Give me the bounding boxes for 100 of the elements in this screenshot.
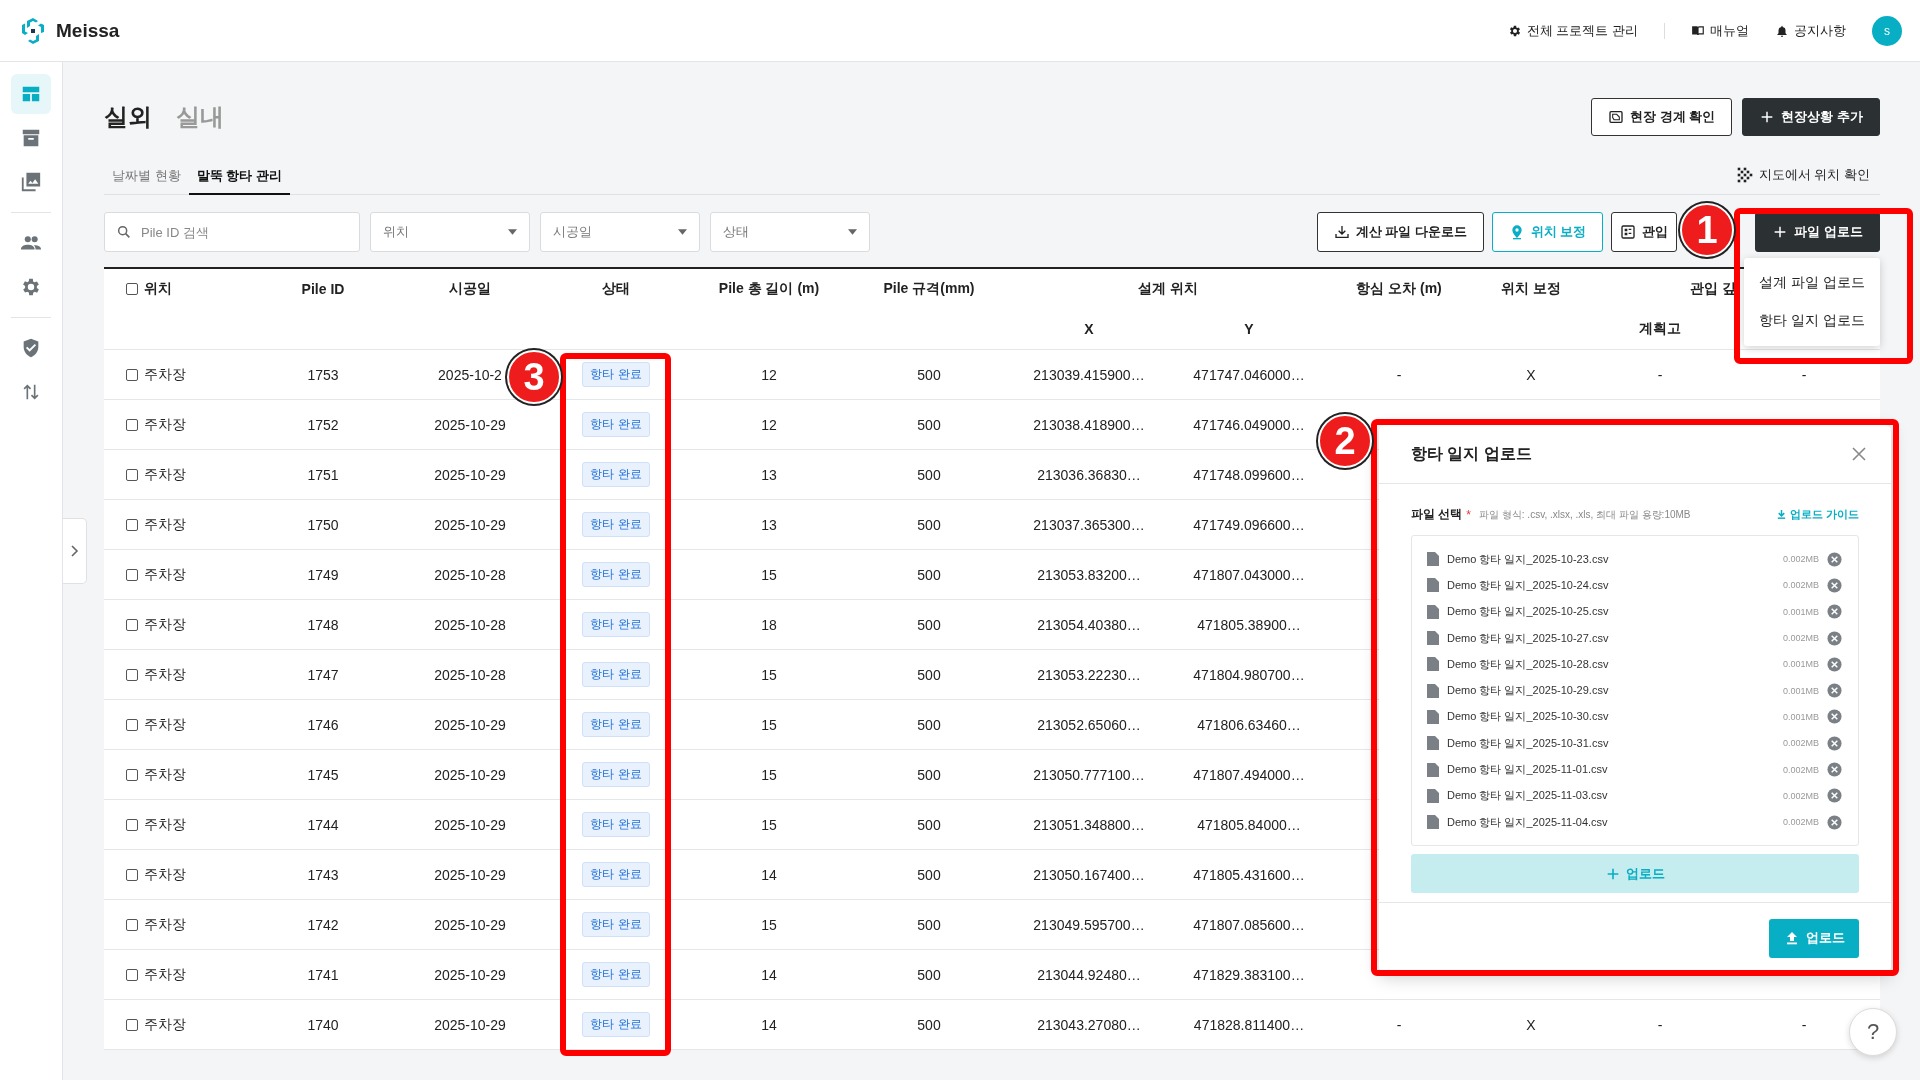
table-cell: 13 [761, 516, 777, 533]
table-cell: 213036.36830… [1037, 466, 1141, 483]
remove-icon[interactable] [1827, 788, 1842, 804]
help-button[interactable]: ? [1849, 1008, 1897, 1056]
table-cell: 주차장 [144, 465, 186, 484]
required-mark: * [1466, 507, 1471, 522]
dialog-title: 항타 일지 업로드 [1411, 443, 1532, 464]
caret-icon [848, 229, 857, 235]
remove-icon[interactable] [1827, 814, 1842, 830]
filter-dropdown[interactable]: 시공일 [540, 212, 700, 252]
checkbox[interactable] [126, 468, 138, 481]
table-cell: 213053.83200… [1037, 566, 1141, 583]
table-cell: 주차장 [144, 565, 186, 584]
upload-button[interactable]: 파일 업로드 [1755, 212, 1880, 252]
column-header: 상태 [602, 280, 630, 298]
collapse-handle[interactable] [63, 518, 87, 584]
column-header: 관입 깊 [1690, 280, 1736, 298]
table-cell: 2025-10-29 [434, 416, 506, 433]
checkbox[interactable] [126, 718, 138, 731]
file-size: 0.002MB [1782, 817, 1819, 828]
nav-link[interactable]: 전체 프로젝트 관리 [1507, 21, 1638, 40]
filter-dropdown[interactable]: 상태 [710, 212, 870, 252]
column-header: Pile ID [301, 281, 345, 297]
chevron-right-icon [69, 545, 80, 557]
file-name: Demo 항타 일지_2025-10-28.csv [1447, 656, 1609, 672]
file-name: Demo 항타 일지_2025-11-01.csv [1447, 762, 1608, 777]
penetration-button[interactable]: 관입 [1611, 212, 1678, 252]
checkbox[interactable] [126, 283, 138, 295]
remove-icon[interactable] [1827, 630, 1842, 646]
sidebar-item[interactable] [11, 74, 51, 114]
table-cell: - [1801, 1016, 1807, 1033]
checkbox[interactable] [126, 818, 138, 831]
table-cell: 주차장 [144, 1015, 186, 1034]
table-cell: 15 [761, 816, 777, 833]
archive-icon [20, 127, 42, 149]
table-cell: 1746 [307, 716, 339, 733]
checkbox[interactable] [126, 668, 138, 681]
boundary-button[interactable]: 현장 경계 확인 [1591, 98, 1733, 136]
table-cell: 1743 [307, 866, 339, 883]
table-cell: 500 [917, 666, 941, 683]
table-cell: 주차장 [144, 515, 186, 534]
remove-icon[interactable] [1827, 656, 1842, 672]
nav-link[interactable]: 매뉴얼 [1691, 21, 1749, 40]
checkbox[interactable] [126, 618, 138, 631]
column-header: 계획고 [1639, 320, 1681, 338]
column-header: 위치 보정 [1501, 280, 1561, 298]
table-cell: 15 [761, 916, 777, 933]
remove-icon[interactable] [1827, 762, 1842, 777]
map-link[interactable]: 지도에서 위치 확인 [1726, 166, 1880, 194]
table-cell: 213038.418900… [1033, 416, 1145, 433]
remove-icon[interactable] [1827, 683, 1842, 699]
download-button[interactable]: 계산 파일 다운로드 [1316, 212, 1484, 252]
table-cell: 471829.383100… [1193, 966, 1305, 983]
remove-icon[interactable] [1827, 735, 1842, 751]
remove-icon[interactable] [1827, 577, 1842, 593]
file-name: Demo 항타 일지_2025-10-24.csv [1447, 577, 1609, 593]
mode-tab[interactable]: 실외 [104, 101, 176, 133]
file-size: 0.001MB [1782, 659, 1819, 670]
table-cell: 471807.494000… [1193, 766, 1305, 783]
menu-item[interactable]: 항타 일지 업로드 [1744, 302, 1880, 340]
remove-icon[interactable] [1827, 604, 1842, 620]
table-cell: 1744 [307, 816, 339, 833]
nav-link[interactable]: 공지사항 [1775, 21, 1846, 40]
table-cell: 500 [917, 966, 941, 983]
checkbox[interactable] [126, 518, 138, 531]
table-cell: 1742 [307, 916, 339, 933]
checkbox[interactable] [126, 568, 138, 581]
filter-dropdown[interactable]: 위치 [370, 212, 530, 252]
file-size: 0.002MB [1782, 738, 1819, 749]
table-cell: 213050.167400… [1033, 866, 1145, 883]
images-icon [20, 171, 42, 193]
column-header: Pile 총 길이 (m) [718, 280, 820, 298]
table-cell: 500 [917, 716, 941, 733]
table-cell: 2025-10-29 [434, 1016, 506, 1033]
checkbox[interactable] [126, 768, 138, 781]
column-header: 항심 오차 (m) [1356, 280, 1442, 298]
search-field[interactable]: Pile ID 검색 [104, 212, 360, 252]
checkbox[interactable] [126, 368, 138, 381]
checkbox[interactable] [126, 868, 138, 881]
settings-icon [1507, 23, 1522, 38]
table-cell: 주차장 [144, 915, 186, 934]
tab[interactable]: 말뚝 항타 관리 [188, 167, 290, 195]
table-cell: 213044.92480… [1037, 966, 1141, 983]
remove-icon[interactable] [1827, 551, 1842, 567]
table-cell: 13 [761, 466, 777, 483]
checkbox[interactable] [126, 918, 138, 931]
table-cell: 500 [917, 766, 941, 783]
checkbox[interactable] [126, 418, 138, 431]
settings-icon [20, 276, 42, 298]
remove-icon[interactable] [1827, 709, 1842, 725]
table-cell: 213050.777100… [1033, 766, 1145, 783]
table-cell: 2025-10-28 [434, 566, 506, 583]
checkbox[interactable] [126, 1018, 138, 1031]
add-button[interactable]: 현장상황 추가 [1742, 98, 1880, 136]
table-cell: 471807.043000… [1193, 566, 1305, 583]
menu-item[interactable]: 설계 파일 업로드 [1744, 264, 1880, 302]
step-marker: 1 [1680, 203, 1734, 257]
status-badge: 항타 완료 [582, 912, 650, 937]
tab[interactable]: 날짜별 현황 [104, 167, 189, 195]
checkbox[interactable] [126, 968, 138, 981]
